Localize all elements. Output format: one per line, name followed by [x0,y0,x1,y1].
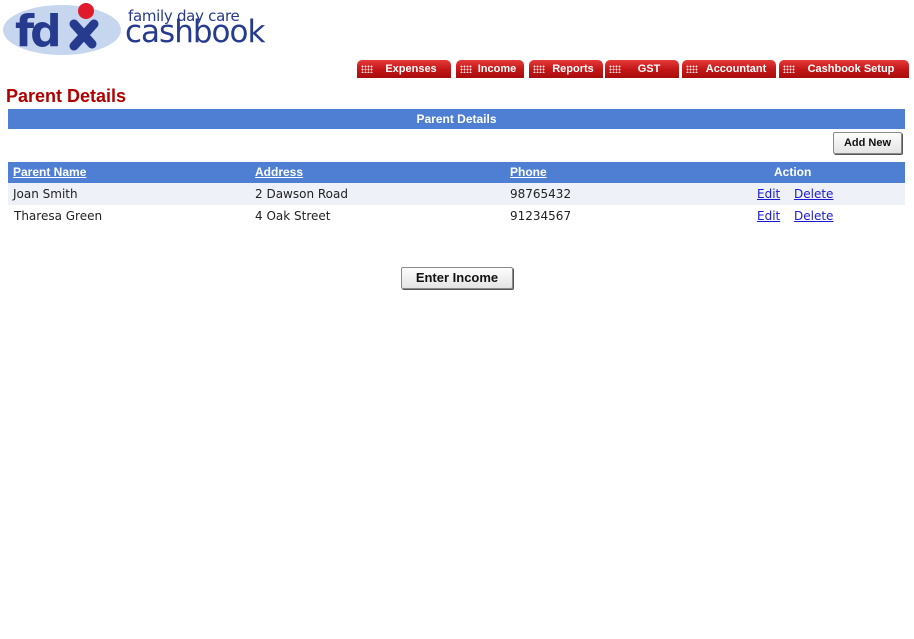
delete-link[interactable]: Delete [794,205,833,227]
table-row: Tharesa Green 4 Oak Street 91234567 Edit… [8,205,905,227]
fdc-cashbook-logo: fd family day care cashbook [2,0,272,58]
tab-label: Expenses [385,63,437,75]
parent-name-cell: Joan Smith [13,187,78,201]
enter-income-button[interactable]: Enter Income [401,267,513,289]
delete-link[interactable]: Delete [794,183,833,205]
phone-cell: 91234567 [510,209,572,223]
column-header-parent-name[interactable]: Parent Name [13,162,86,183]
brand-name: cashbook [125,14,265,50]
edit-link[interactable]: Edit [757,183,780,205]
parent-table: Parent Name Address Phone Action Joan Sm… [8,162,905,227]
grip-icon [460,65,472,73]
tab-label: Accountant [705,63,767,75]
grip-icon [361,65,373,73]
fdc-logo-icon: fd [3,3,121,57]
tab-label: Reports [552,63,594,75]
grip-icon [783,65,795,73]
tab-cashbook-setup[interactable]: Cashbook Setup [779,60,909,78]
column-header-phone[interactable]: Phone [510,162,547,183]
grip-icon [609,65,621,73]
add-new-button[interactable]: Add New [833,132,902,154]
column-header-address[interactable]: Address [255,162,303,183]
parent-name-cell: Tharesa Green [14,209,103,223]
address-cell: 2 Dawson Road [255,187,348,201]
tab-label: Cashbook Setup [807,63,895,75]
table-row: Joan Smith 2 Dawson Road 98765432 Edit D… [8,183,905,205]
tab-accountant[interactable]: Accountant [682,60,776,78]
edit-link[interactable]: Edit [757,205,780,227]
grip-icon [686,65,698,73]
tab-label: GST [637,63,661,75]
address-cell: 4 Oak Street [255,209,331,223]
tab-gst[interactable]: GST [605,60,679,78]
phone-cell: 98765432 [510,187,572,201]
column-header-action: Action [774,165,812,179]
section-header: Parent Details [8,109,905,129]
table-header-row: Parent Name Address Phone Action [8,162,905,183]
tab-label: Income [477,63,517,75]
tab-income[interactable]: Income [456,60,524,78]
svg-text:fd: fd [15,6,58,57]
tab-expenses[interactable]: Expenses [357,60,451,78]
page-title: Parent Details [6,86,127,106]
tab-reports[interactable]: Reports [529,60,603,78]
grip-icon [533,65,545,73]
